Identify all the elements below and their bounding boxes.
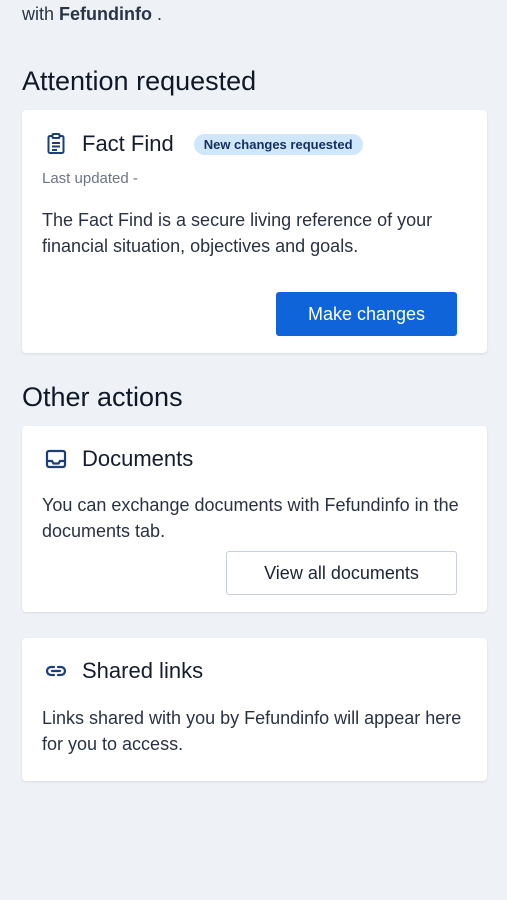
intro-prefix: with [22,4,60,24]
view-all-documents-button[interactable]: View all documents [226,551,457,595]
shared-links-card: Shared links Links shared with you by Fe… [22,638,487,781]
inbox-tray-icon [44,447,68,471]
shared-links-header: Shared links [44,657,203,685]
fact-find-card: Fact Find New changes requested Last upd… [22,110,487,353]
fact-find-title: Fact Find [82,131,174,156]
documents-card: Documents You can exchange documents wit… [22,426,487,612]
attention-heading: Attention requested [22,66,257,96]
shared-links-description: Links shared with you by Fefundinfo will… [42,708,462,754]
last-updated-text: Last updated - [42,170,138,187]
link-icon [44,659,68,683]
fact-find-header: Fact Find New changes requested [44,130,363,158]
documents-description: You can exchange documents with Fefundin… [42,495,459,541]
documents-header: Documents [44,445,193,473]
shared-links-title: Shared links [82,658,204,683]
other-actions-heading: Other actions [22,382,183,412]
fact-find-description: The Fact Find is a secure living referen… [42,210,433,256]
documents-title: Documents [82,446,194,471]
intro-suffix: . [152,4,163,24]
clipboard-icon [44,132,68,156]
make-changes-button[interactable]: Make changes [276,292,457,336]
new-changes-badge: New changes requested [193,133,363,155]
intro-text: with Fefundinfo . [22,4,162,25]
intro-org-name: Fefundinfo [59,4,152,24]
page: with Fefundinfo . Attention requested Fa… [0,0,507,900]
